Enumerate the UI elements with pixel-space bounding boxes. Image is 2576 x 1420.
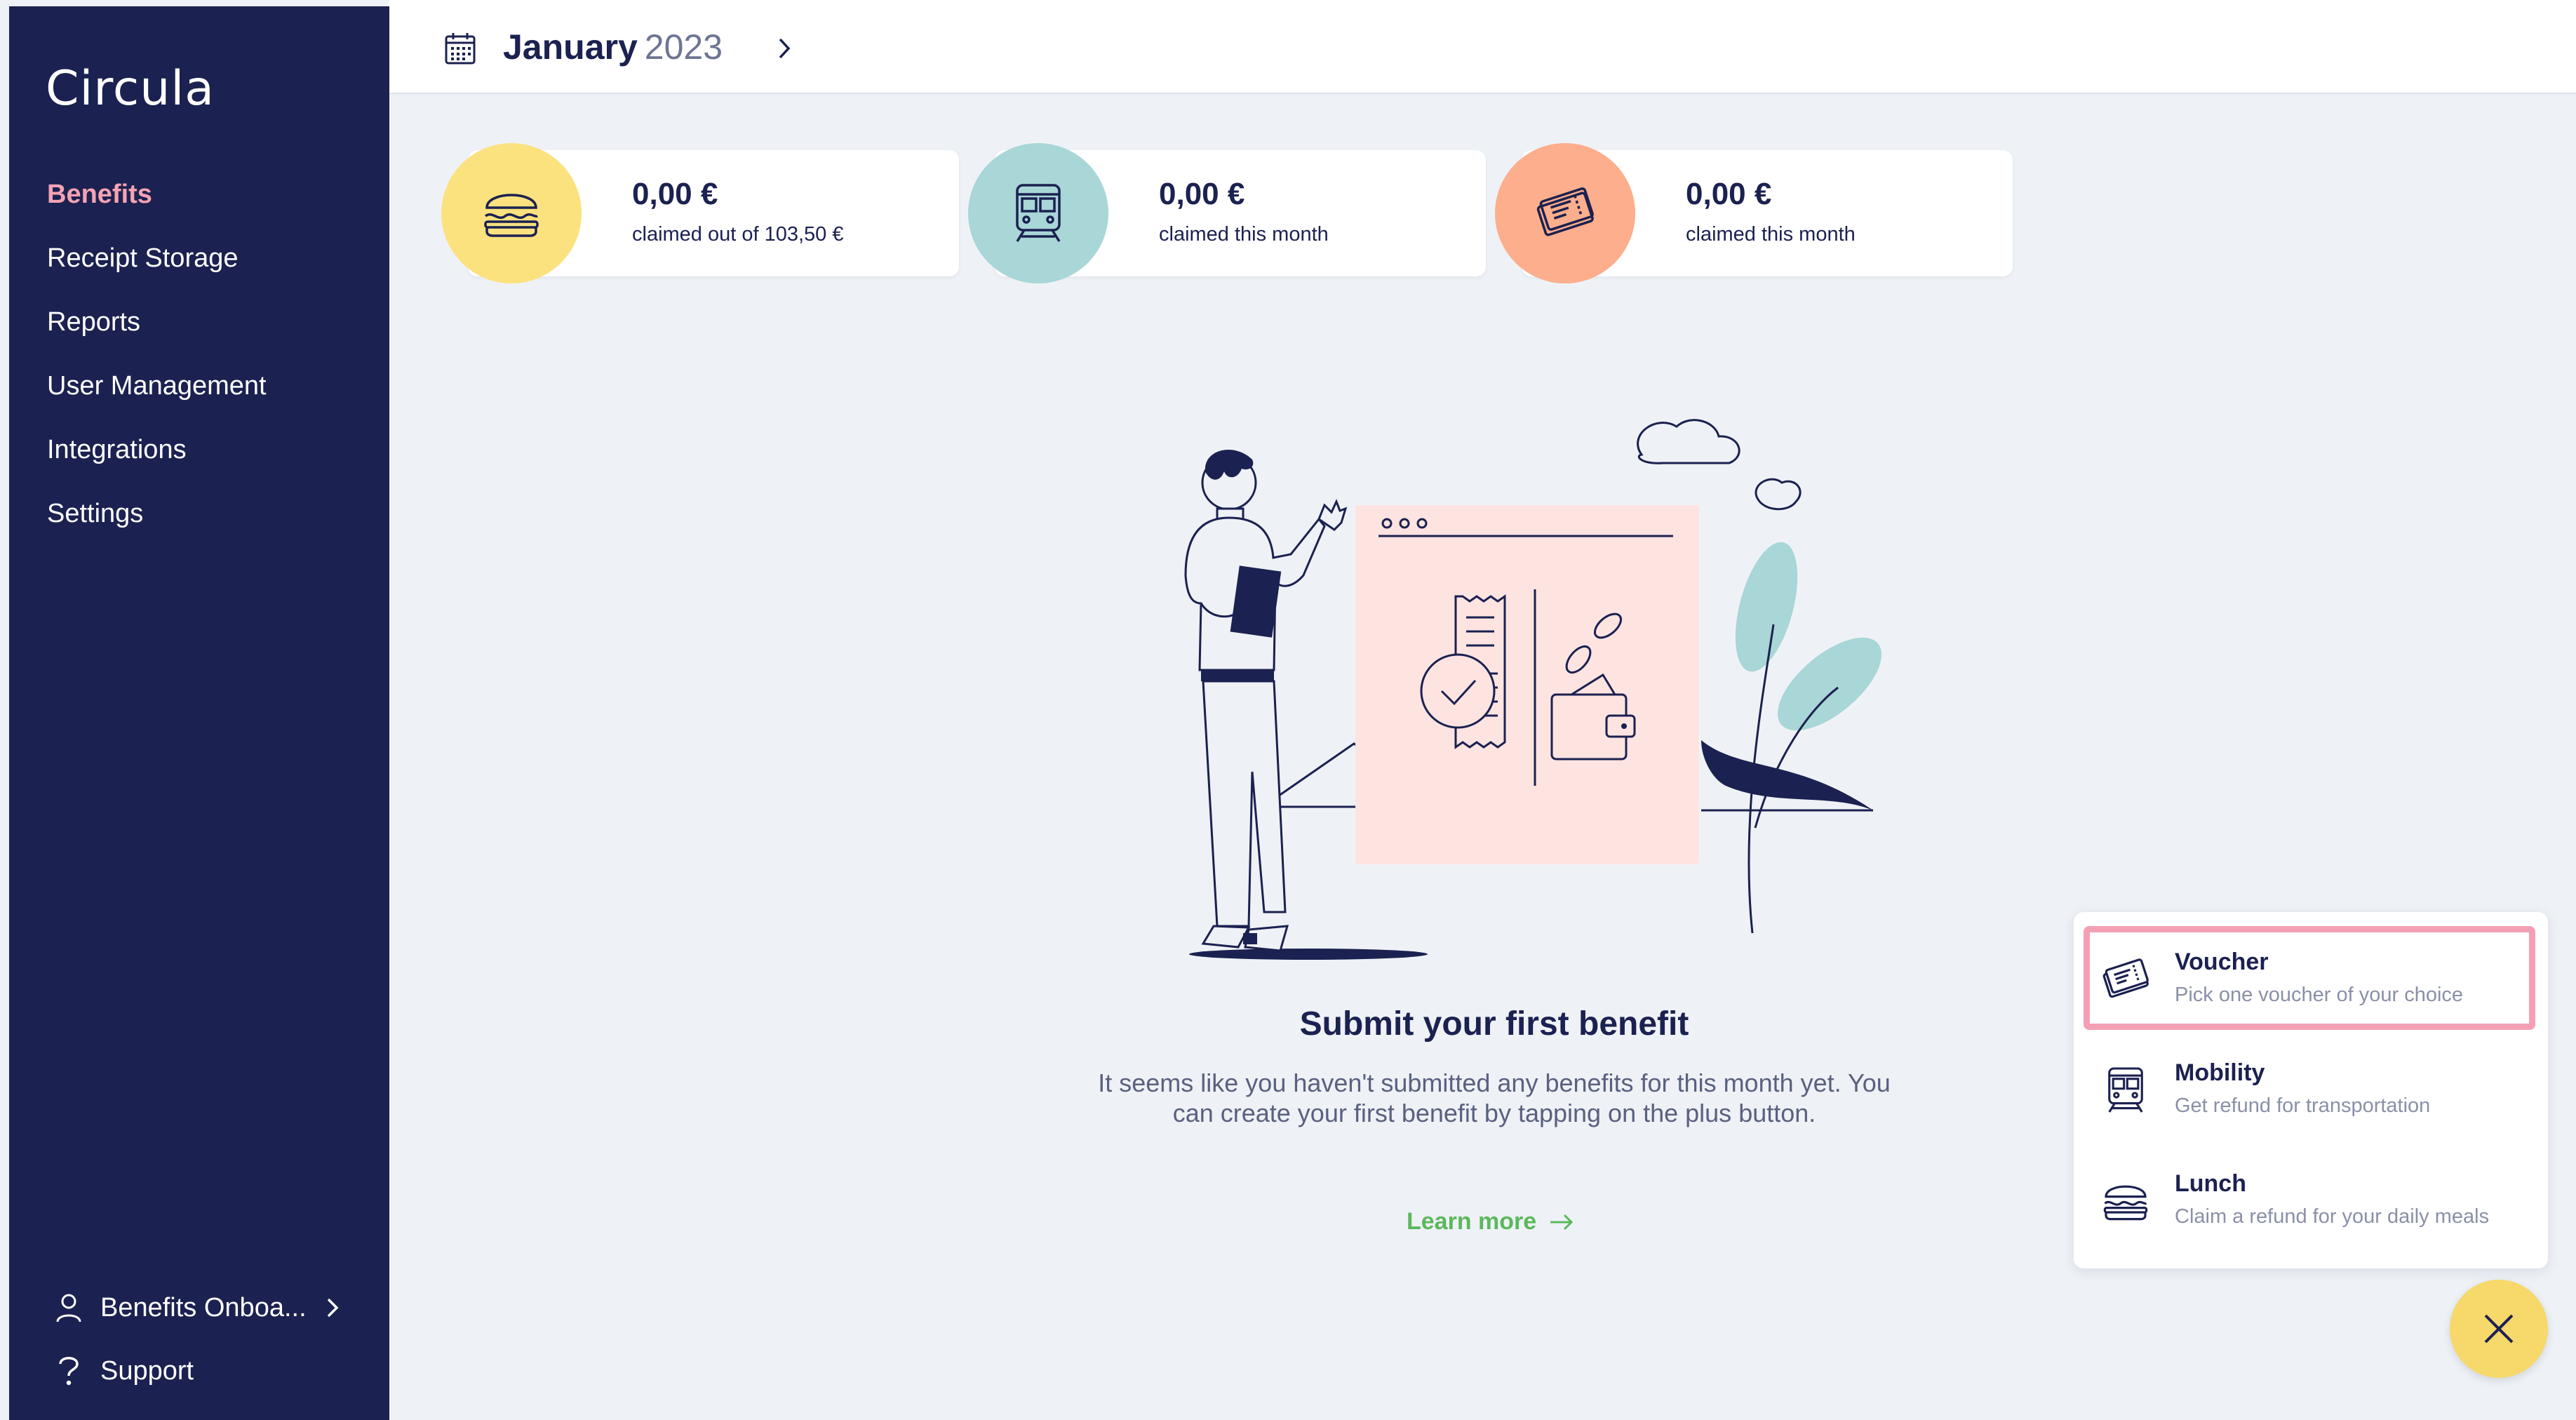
lunch-amount: 0,00 € xyxy=(632,177,718,211)
account-menu[interactable]: Benefits Onboa... xyxy=(51,1276,340,1339)
sidebar-nav: Benefits Receipt Storage Reports User Ma… xyxy=(47,173,267,556)
burger-icon xyxy=(484,194,539,237)
sidebar-item-receipt-storage[interactable]: Receipt Storage xyxy=(47,237,267,301)
voucher-summary-card[interactable]: 0,00 € claimed this month xyxy=(1495,143,2013,283)
arrow-right-icon xyxy=(1549,1213,1574,1231)
chevron-right-icon xyxy=(325,1297,340,1318)
lunch-subtitle: claimed out of 103,50 € xyxy=(632,223,844,246)
sidebar-item-user-management[interactable]: User Management xyxy=(47,365,267,429)
ticket-icon xyxy=(1536,187,1594,236)
benefit-type-menu: Voucher Pick one voucher of your choice … xyxy=(2074,912,2548,1268)
lunch-icon-circle xyxy=(441,143,582,283)
chevron-right-icon xyxy=(779,38,791,59)
learn-more-label: Learn more xyxy=(1407,1208,1537,1235)
voucher-icon-circle xyxy=(1495,143,1635,283)
sidebar-item-reports[interactable]: Reports xyxy=(47,301,267,365)
mobility-subtitle: claimed this month xyxy=(1159,223,1329,246)
app-logo[interactable]: Circula xyxy=(46,61,215,116)
menu-item-mobility[interactable]: Mobility Get refund for transportation xyxy=(2084,1037,2535,1141)
menu-item-lunch[interactable]: Lunch Claim a refund for your daily meal… xyxy=(2084,1148,2535,1252)
calendar-icon[interactable] xyxy=(443,31,478,66)
mobility-icon-circle xyxy=(968,143,1108,283)
next-month-button[interactable] xyxy=(768,32,800,65)
menu-item-voucher-title: Voucher xyxy=(2175,949,2269,975)
empty-state-text: It seems like you haven't submitted any … xyxy=(1098,1069,1891,1127)
sidebar-footer: Benefits Onboa... Support xyxy=(51,1276,340,1402)
sidebar-item-settings[interactable]: Settings xyxy=(47,493,267,556)
sidebar: Circula Benefits Receipt Storage Reports… xyxy=(9,6,389,1420)
mobility-summary-card[interactable]: 0,00 € claimed this month xyxy=(968,143,1486,283)
app-root: Circula Benefits Receipt Storage Reports… xyxy=(0,0,2576,1420)
burger-icon xyxy=(2099,1174,2152,1228)
close-menu-button[interactable] xyxy=(2450,1280,2548,1378)
mobility-amount: 0,00 € xyxy=(1159,177,1245,211)
account-label: Benefits Onboa... xyxy=(100,1292,307,1322)
voucher-amount: 0,00 € xyxy=(1686,177,1772,211)
train-icon xyxy=(1016,184,1061,242)
month-selector[interactable]: January 2023 xyxy=(503,27,723,67)
support-label: Support xyxy=(100,1355,194,1386)
voucher-subtitle: claimed this month xyxy=(1686,223,1856,246)
lunch-summary-card[interactable]: 0,00 € claimed out of 103,50 € xyxy=(441,143,959,283)
menu-item-voucher[interactable]: Voucher Pick one voucher of your choice xyxy=(2084,926,2535,1030)
sidebar-item-benefits[interactable]: Benefits xyxy=(47,173,267,237)
menu-item-lunch-title: Lunch xyxy=(2175,1170,2246,1197)
empty-state-illustration xyxy=(1184,419,1882,960)
menu-item-mobility-title: Mobility xyxy=(2175,1059,2265,1086)
menu-item-lunch-subtitle: Claim a refund for your daily meals xyxy=(2175,1205,2490,1228)
user-icon xyxy=(51,1290,86,1325)
top-bar: January 2023 xyxy=(389,0,2576,94)
year-label: 2023 xyxy=(644,27,723,67)
support-link[interactable]: Support xyxy=(51,1339,340,1402)
train-icon xyxy=(2099,1064,2152,1117)
learn-more-link[interactable]: Learn more xyxy=(1407,1208,1574,1235)
empty-state-title: Submit your first benefit xyxy=(1299,1005,1689,1043)
question-icon xyxy=(51,1353,86,1388)
sidebar-item-integrations[interactable]: Integrations xyxy=(47,429,267,493)
menu-item-mobility-subtitle: Get refund for transportation xyxy=(2175,1094,2431,1117)
ticket-icon xyxy=(2099,953,2152,1006)
month-label: January xyxy=(503,27,638,67)
close-icon xyxy=(2484,1314,2514,1344)
menu-item-voucher-subtitle: Pick one voucher of your choice xyxy=(2175,984,2464,1006)
